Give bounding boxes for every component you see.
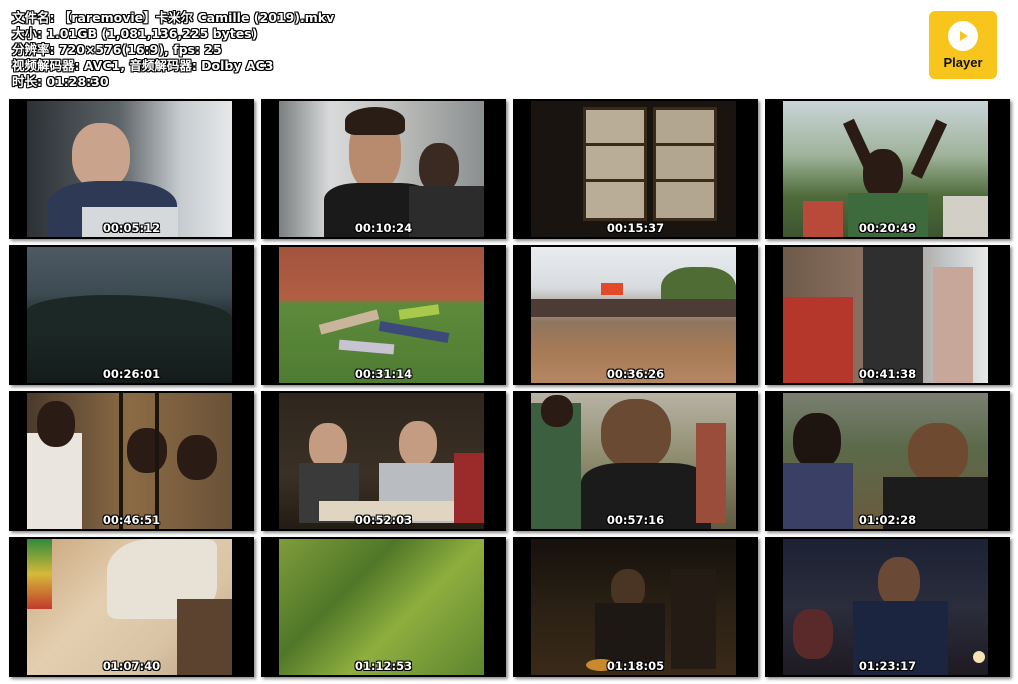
video-frame-window (279, 101, 484, 237)
timestamp-label: 00:15:37 (606, 221, 665, 235)
video-frame-forest (27, 247, 232, 383)
thumbnail-6[interactable]: 00:31:14 (261, 245, 506, 385)
thumbnail-14[interactable]: 01:12:53 (261, 537, 506, 677)
duration-text: 时长: 01:28:30 (12, 74, 109, 89)
video-frame-crowd (783, 101, 988, 237)
video-frame-office (27, 101, 232, 237)
timestamp-label: 00:52:03 (354, 513, 413, 527)
video-frame-dinner (279, 393, 484, 529)
timestamp-label: 01:07:40 (102, 659, 161, 673)
video-frame-grass (279, 539, 484, 675)
video-frame-woman-back (531, 393, 736, 529)
timestamp-label: 00:41:38 (858, 367, 917, 381)
file-size-text: 大小: 1.01GB (1,081,136,225 bytes) (12, 26, 258, 41)
thumbnail-13[interactable]: 01:07:40 (9, 537, 254, 677)
thumbnail-16[interactable]: 01:23:17 (765, 537, 1010, 677)
timestamp-label: 00:36:26 (606, 367, 665, 381)
timestamp-label: 01:02:28 (858, 513, 917, 527)
thumbnail-7[interactable]: 00:36:26 (513, 245, 758, 385)
video-frame-bodies (279, 247, 484, 383)
timestamp-label: 00:20:49 (858, 221, 917, 235)
player-logo-button[interactable]: Player (929, 11, 997, 79)
thumbnail-2[interactable]: 00:10:24 (261, 99, 506, 239)
timestamp-label: 00:31:14 (354, 367, 413, 381)
file-name-text: 文件名: 【raremovie】卡米尔 Camille (2019).mkv (12, 10, 335, 25)
video-frame-dancing (27, 539, 232, 675)
thumbnail-8[interactable]: 00:41:38 (765, 245, 1010, 385)
file-info-block: 文件名: 【raremovie】卡米尔 Camille (2019).mkv 大… (12, 10, 334, 90)
thumbnail-5[interactable]: 00:26:01 (9, 245, 254, 385)
video-frame-running (783, 247, 988, 383)
timestamp-label: 00:46:51 (102, 513, 161, 527)
timestamp-label: 00:26:01 (102, 367, 161, 381)
thumbnail-12[interactable]: 01:02:28 (765, 391, 1010, 531)
timestamp-label: 01:12:53 (354, 659, 413, 673)
video-frame-village (783, 393, 988, 529)
thumbnail-9[interactable]: 00:46:51 (9, 391, 254, 531)
thumbnail-15[interactable]: 01:18:05 (513, 537, 758, 677)
timestamp-label: 01:23:17 (858, 659, 917, 673)
thumbnail-10[interactable]: 00:52:03 (261, 391, 506, 531)
thumbnail-1[interactable]: 00:05:12 (9, 99, 254, 239)
video-frame-night-crowd (783, 539, 988, 675)
resolution-text: 分辨率: 720×576(16:9), fps: 25 (12, 42, 222, 57)
timestamp-label: 00:10:24 (354, 221, 413, 235)
player-label: Player (943, 54, 983, 70)
timestamp-label: 00:57:16 (606, 513, 665, 527)
codec-text: 视频解码器: AVC1, 音频解码器: Dolby AC3 (12, 58, 274, 73)
thumbnail-11[interactable]: 00:57:16 (513, 391, 758, 531)
video-frame-men-window (27, 393, 232, 529)
video-frame-campfire (531, 539, 736, 675)
timestamp-label: 00:05:12 (102, 221, 161, 235)
thumbnail-4[interactable]: 00:20:49 (765, 99, 1010, 239)
thumbnail-3[interactable]: 00:15:37 (513, 99, 758, 239)
video-frame-dark-windows (531, 101, 736, 237)
video-frame-street (531, 247, 736, 383)
play-icon (948, 20, 978, 51)
timestamp-label: 01:18:05 (606, 659, 665, 673)
